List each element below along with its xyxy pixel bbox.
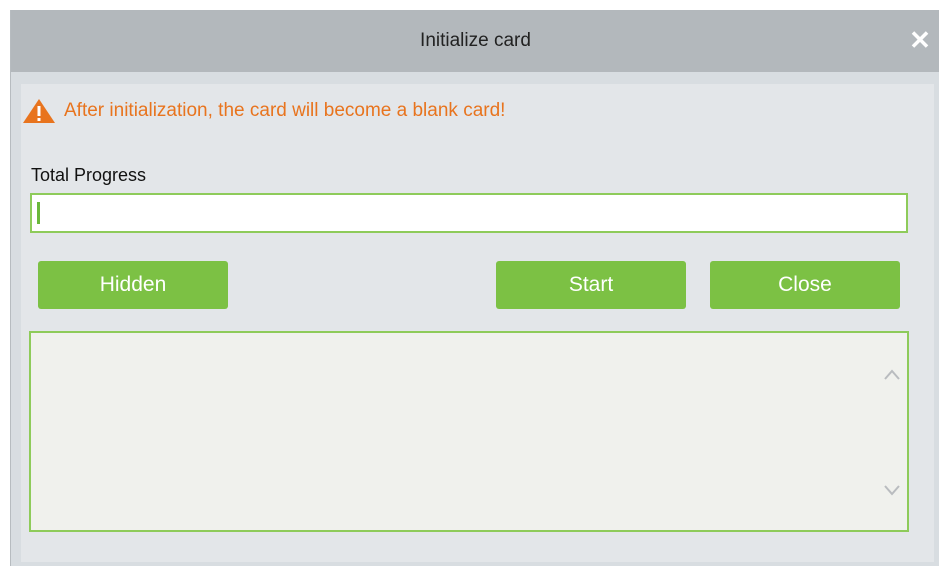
close-icon[interactable]: ✕ [906, 26, 934, 54]
dialog-title: Initialize card [420, 30, 531, 51]
hidden-button[interactable]: Hidden [38, 261, 228, 309]
total-progress-bar [30, 193, 908, 233]
total-progress-label: Total Progress [31, 165, 147, 185]
progress-fill [37, 202, 40, 224]
close-button[interactable]: Close [710, 261, 900, 309]
warning-triangle-icon [23, 99, 55, 123]
warning-message: After initialization, the card will beco… [22, 96, 505, 126]
warning-text: After initialization, the card will beco… [64, 100, 506, 121]
dialog-titlebar: Initialize card ✕ [11, 10, 939, 72]
start-button[interactable]: Start [496, 261, 686, 309]
log-output-area[interactable] [29, 331, 909, 532]
